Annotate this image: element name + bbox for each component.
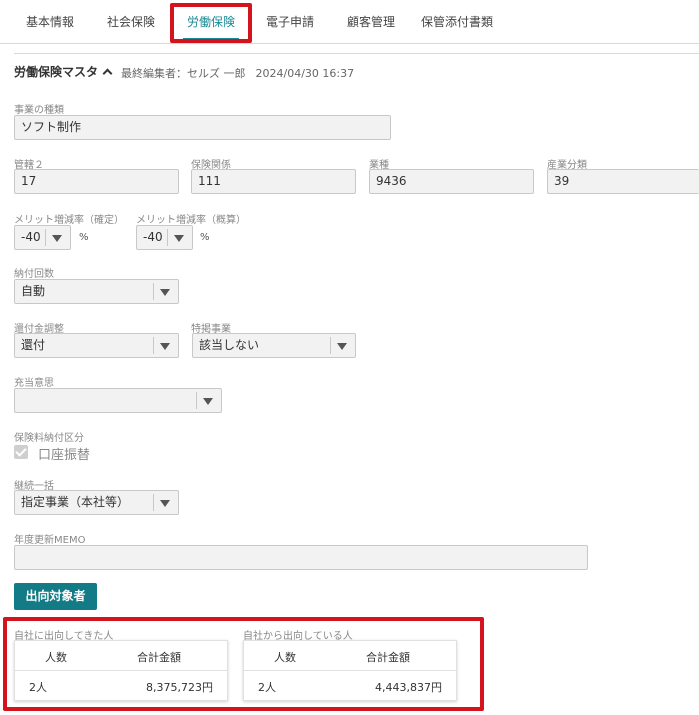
dropdown-arrow-icon — [52, 235, 62, 242]
merit-confirmed-label: メリット増減率（確定） — [14, 215, 124, 226]
account-transfer-checkbox[interactable] — [14, 445, 28, 459]
select-separator — [153, 283, 154, 300]
payment-count-label: 納付回数 — [14, 269, 54, 280]
select-separator — [153, 494, 154, 511]
tab-bar: 基本情報 社会保険 労働保険 電子申請 顧客管理 保管添付書類 — [0, 0, 699, 44]
business-type-label: 事業の種類 — [14, 105, 64, 116]
merit-confirmed-select[interactable]: -40 — [14, 225, 71, 250]
dropdown-arrow-icon — [160, 289, 170, 296]
special-business-select[interactable]: 該当しない — [192, 333, 356, 358]
section-toggle[interactable]: 労働保険マスタ — [14, 63, 113, 80]
select-separator — [45, 229, 46, 246]
industry-class-field[interactable]: 39 — [547, 169, 699, 194]
dropdown-arrow-icon — [203, 398, 213, 405]
highlight-box-dispatch-tables — [3, 617, 484, 711]
industry-field[interactable]: 9436 — [369, 169, 534, 194]
dropdown-arrow-icon — [174, 235, 184, 242]
merit-estimate-select[interactable]: -40 — [136, 225, 193, 250]
dropdown-arrow-icon — [160, 500, 170, 507]
tab-e-application[interactable]: 電子申請 — [266, 0, 314, 44]
dispatch-targets-button[interactable]: 出向対象者 — [14, 583, 97, 610]
last-edited-timestamp: 2024/04/30 16:37 — [255, 67, 355, 80]
merit-confirmed-unit: % — [79, 232, 89, 243]
last-edit-info: 最終編集者：セルズ 一郎 2024/04/30 16:37 — [121, 65, 354, 81]
highlight-box-tab — [170, 3, 252, 43]
allocation-intent-label: 充当意思 — [14, 378, 54, 389]
select-separator — [153, 337, 154, 354]
continuous-batch-value: 指定事業（本社等） — [21, 495, 130, 509]
special-business-value: 該当しない — [199, 338, 260, 352]
refund-adjust-value: 還付 — [21, 338, 46, 352]
annual-memo-field[interactable] — [14, 545, 588, 570]
tab-social-insurance[interactable]: 社会保険 — [107, 0, 155, 44]
dropdown-arrow-icon — [160, 343, 170, 350]
select-separator — [330, 337, 331, 354]
payment-count-value: 自動 — [21, 284, 46, 298]
business-type-field[interactable]: ソフト制作 — [14, 115, 391, 140]
chevron-up-icon — [102, 68, 113, 79]
tab-customer-management[interactable]: 顧客管理 — [347, 0, 395, 44]
section-divider — [14, 53, 699, 54]
continuous-batch-select[interactable]: 指定事業（本社等） — [14, 490, 179, 515]
jurisdiction-field[interactable]: 17 — [14, 169, 179, 194]
last-editor: 最終編集者：セルズ 一郎 — [121, 67, 246, 80]
allocation-intent-select[interactable] — [14, 388, 222, 413]
refund-adjust-select[interactable]: 還付 — [14, 333, 179, 358]
annual-memo-label: 年度更新MEMO — [14, 535, 86, 546]
account-transfer-label: 口座振替 — [38, 448, 91, 463]
select-separator — [167, 229, 168, 246]
tab-basic-info[interactable]: 基本情報 — [26, 0, 74, 44]
dropdown-arrow-icon — [337, 343, 347, 350]
merit-estimate-label: メリット増減率（概算） — [136, 215, 246, 226]
tab-attached-documents[interactable]: 保管添付書類 — [421, 0, 493, 44]
insurance-relation-field[interactable]: 111 — [191, 169, 356, 194]
merit-estimate-unit: % — [200, 232, 210, 243]
merit-estimate-value: -40 — [143, 230, 163, 244]
select-separator — [196, 392, 197, 409]
merit-confirmed-value: -40 — [21, 230, 41, 244]
payment-count-select[interactable]: 自動 — [14, 279, 179, 304]
section-title: 労働保険マスタ — [14, 65, 99, 79]
premium-payment-type-label: 保険料納付区分 — [14, 433, 84, 444]
